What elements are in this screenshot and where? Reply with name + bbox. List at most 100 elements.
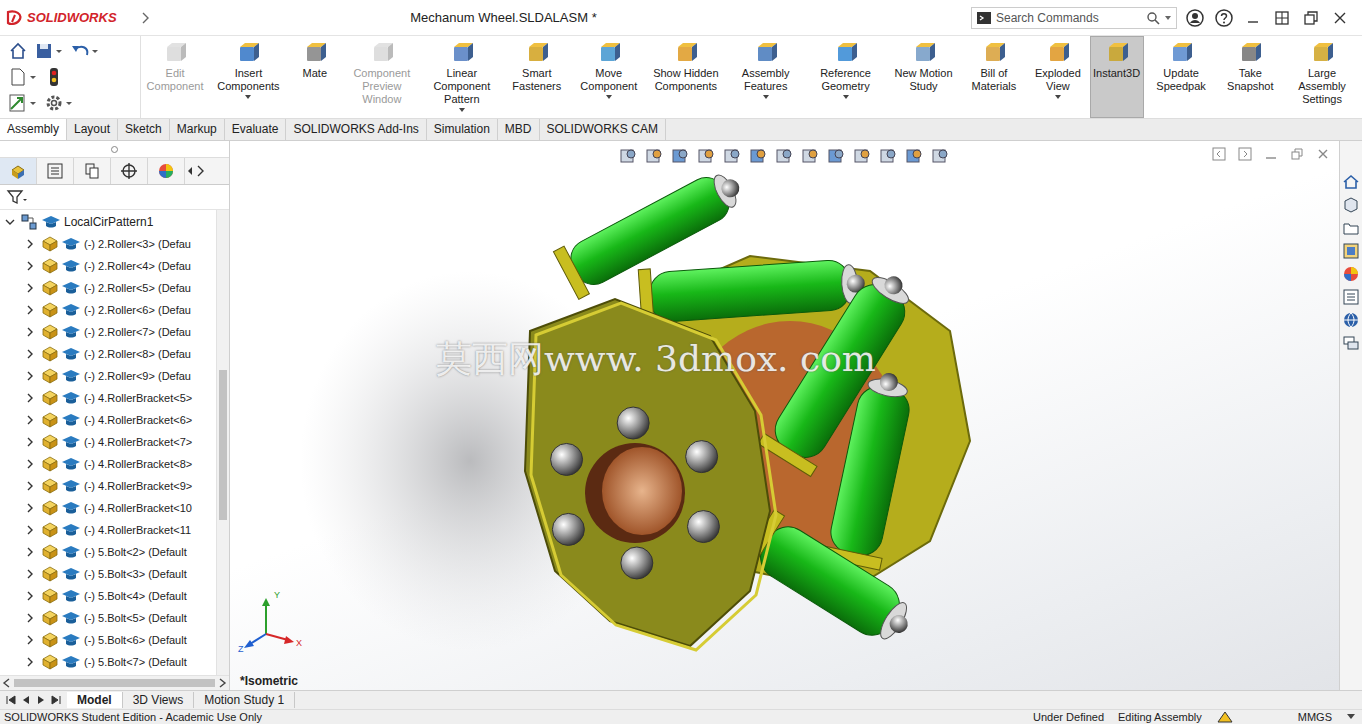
bottom-tab[interactable]: Motion Study 1 [194, 692, 295, 708]
tree-item[interactable]: (-) 2.Roller<6> (Defau [0, 299, 216, 321]
command-tab[interactable]: Markup [170, 119, 225, 140]
bottom-tab[interactable]: Model [67, 692, 123, 708]
view-palette-icon[interactable] [1342, 242, 1360, 260]
expand-arrow-icon[interactable] [24, 458, 36, 470]
view-tool-icon[interactable] [696, 146, 718, 166]
options-gear-icon[interactable] [44, 93, 74, 113]
view-tool-icon[interactable] [748, 146, 770, 166]
tile-icon[interactable] [1272, 8, 1292, 28]
tree-item[interactable]: (-) 4.RollerBracket<5> [0, 387, 216, 409]
ribbon-button[interactable]: Take Snapshot [1219, 36, 1282, 118]
units-dropdown-icon[interactable] [1346, 713, 1356, 721]
new-document-icon[interactable] [8, 67, 38, 87]
doc-restore-icon[interactable] [1289, 146, 1305, 162]
filter-icon[interactable] [6, 188, 28, 206]
panel-handle[interactable] [0, 141, 229, 158]
doc-minimize-icon[interactable] [1263, 146, 1279, 162]
expand-arrow-icon[interactable] [24, 590, 36, 602]
view-tool-icon[interactable] [800, 146, 822, 166]
app-logo[interactable]: SOLIDWORKS [0, 10, 134, 26]
dropdown-arrow-icon[interactable] [1054, 95, 1062, 100]
view-tool-icon[interactable] [852, 146, 874, 166]
horizontal-scrollbar[interactable] [0, 675, 229, 690]
ribbon-button[interactable]: Show Hidden Components [646, 36, 726, 118]
ribbon-button[interactable]: Instant3D [1090, 36, 1144, 118]
ribbon-button[interactable]: Assembly Features [726, 36, 806, 118]
search-commands[interactable]: Search Commands [971, 7, 1177, 29]
save-icon[interactable] [34, 41, 64, 61]
dropdown-arrow-icon[interactable] [762, 95, 770, 100]
last-tab-icon[interactable] [49, 694, 63, 706]
tree-item[interactable]: (-) 4.RollerBracket<10 [0, 497, 216, 519]
command-tab[interactable]: Assembly [0, 119, 67, 140]
expand-arrow-icon[interactable] [24, 348, 36, 360]
dropdown-arrow-icon[interactable] [605, 95, 613, 100]
command-tab[interactable]: Layout [67, 119, 118, 140]
expand-arrow-icon[interactable] [24, 546, 36, 558]
expand-arrow-icon[interactable] [24, 634, 36, 646]
user-icon[interactable] [1185, 8, 1205, 28]
tree-item[interactable]: (-) 4.RollerBracket<11 [0, 519, 216, 541]
view-tool-icon[interactable] [644, 146, 666, 166]
graphics-area[interactable]: 莫西网www. 3dmox. comYXZ*Isometric [230, 141, 1339, 690]
expand-arrow-icon[interactable] [24, 304, 36, 316]
ribbon-button[interactable]: Linear Component Pattern [422, 36, 502, 118]
command-tab[interactable]: Evaluate [225, 119, 287, 140]
view-tool-icon[interactable] [722, 146, 744, 166]
community-icon[interactable] [1342, 334, 1360, 352]
expand-arrow-icon[interactable] [24, 392, 36, 404]
expand-arrow-icon[interactable] [24, 656, 36, 668]
ribbon-button[interactable]: Edit Component [141, 36, 209, 118]
expand-arrow-icon[interactable] [24, 502, 36, 514]
tree-item[interactable]: (-) 5.Bolt<4> (Default [0, 585, 216, 607]
view-tool-icon[interactable] [878, 146, 900, 166]
next-tab-icon[interactable] [34, 694, 48, 706]
view-tool-icon[interactable] [826, 146, 848, 166]
view-tool-icon[interactable] [670, 146, 692, 166]
expand-arrow-icon[interactable] [24, 326, 36, 338]
tabs-scroll-left-icon[interactable] [185, 163, 195, 179]
home-icon[interactable] [8, 41, 28, 61]
feature-manager-tab[interactable] [0, 158, 37, 184]
collapse-right-icon[interactable] [1237, 146, 1253, 162]
command-tab[interactable]: SOLIDWORKS CAM [540, 119, 666, 140]
view-tool-icon[interactable] [930, 146, 952, 166]
menu-expand-icon[interactable] [140, 11, 150, 25]
ribbon-button[interactable]: Move Component [572, 36, 646, 118]
display-manager-tab[interactable] [148, 158, 185, 184]
tree-item[interactable]: (-) 5.Bolt<7> (Default [0, 651, 216, 673]
search-icon[interactable] [1146, 11, 1160, 25]
scroll-right-icon[interactable] [217, 678, 227, 688]
expand-arrow-icon[interactable] [24, 480, 36, 492]
appearances-icon[interactable] [1342, 265, 1360, 283]
command-tab[interactable]: Simulation [427, 119, 498, 140]
units-item[interactable]: MMGS [1298, 711, 1332, 723]
ribbon-button[interactable]: Reference Geometry [806, 36, 886, 118]
expand-arrow-icon[interactable] [24, 260, 36, 272]
tree-item[interactable]: (-) 5.Bolt<2> (Default [0, 541, 216, 563]
dropdown-icon[interactable] [1164, 15, 1172, 21]
rebuild-icon[interactable] [44, 67, 64, 87]
close-icon[interactable] [1330, 8, 1350, 28]
tree-item[interactable]: (-) 5.Bolt<3> (Default [0, 563, 216, 585]
tree-item[interactable]: (-) 2.Roller<9> (Defau [0, 365, 216, 387]
vertical-scrollbar[interactable] [216, 210, 229, 675]
first-tab-icon[interactable] [4, 694, 18, 706]
expand-arrow-icon[interactable] [24, 238, 36, 250]
command-tab[interactable]: Sketch [118, 119, 170, 140]
expand-arrow-icon[interactable] [24, 436, 36, 448]
restore-icon[interactable] [1301, 8, 1321, 28]
expand-arrow-icon[interactable] [24, 282, 36, 294]
tree-item[interactable]: (-) 5.Bolt<6> (Default [0, 629, 216, 651]
rebuild-status-icon[interactable] [1216, 710, 1234, 724]
dropdown-arrow-icon[interactable] [842, 95, 850, 100]
tree-root[interactable]: LocalCirPattern1 [0, 211, 216, 233]
tree-item[interactable]: (-) 4.RollerBracket<6> [0, 409, 216, 431]
design-library-icon[interactable] [1342, 196, 1360, 214]
ribbon-button[interactable]: Bill of Materials [962, 36, 1027, 118]
dropdown-arrow-icon[interactable] [244, 95, 252, 100]
bottom-tab[interactable]: 3D Views [123, 692, 194, 708]
command-tab[interactable]: MBD [498, 119, 540, 140]
expand-arrow-icon[interactable] [4, 216, 16, 228]
ribbon-button[interactable]: Component Preview Window [342, 36, 422, 118]
